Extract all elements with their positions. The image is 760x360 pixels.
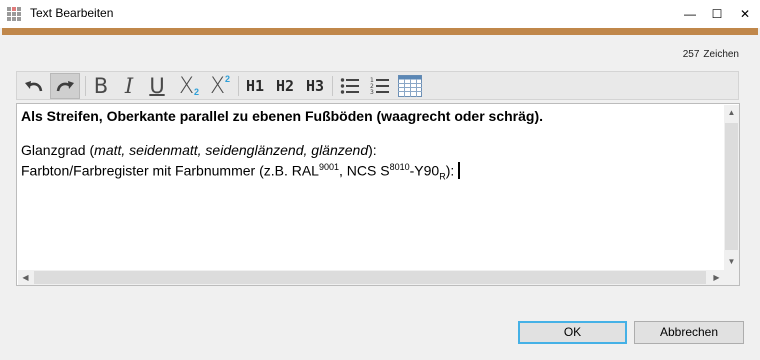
superscript-icon: X bbox=[209, 73, 226, 99]
scroll-left-icon[interactable]: ◀ bbox=[18, 270, 33, 285]
underline-icon: U bbox=[149, 74, 165, 98]
superscript-button[interactable]: X 2 bbox=[205, 73, 235, 99]
text-editor[interactable]: Als Streifen, Oberkante parallel zu eben… bbox=[16, 103, 740, 286]
cancel-button[interactable]: Abbrechen bbox=[634, 321, 744, 344]
scrollbar-corner bbox=[724, 270, 739, 285]
vertical-scroll-thumb[interactable] bbox=[725, 123, 738, 250]
editor-line-3: Glanzgrad (matt, seidenmatt, seidenglänz… bbox=[21, 142, 377, 158]
superscript-number: 2 bbox=[225, 74, 231, 84]
underline-button[interactable]: U bbox=[145, 73, 169, 99]
formatting-toolbar: B I U X 2 X 2 H1 H2 H3 1 2 3 bbox=[16, 71, 739, 100]
character-count-label: Zeichen bbox=[703, 49, 739, 60]
maximize-button[interactable]: ☐ bbox=[703, 0, 731, 28]
undo-icon bbox=[25, 81, 43, 92]
heading3-button[interactable]: H3 bbox=[302, 73, 328, 99]
heading1-icon: H1 bbox=[245, 77, 265, 95]
heading3-icon: H3 bbox=[305, 77, 325, 95]
italic-button[interactable]: I bbox=[117, 73, 141, 99]
close-button[interactable]: ✕ bbox=[731, 0, 759, 28]
heading2-icon: H2 bbox=[275, 77, 295, 95]
editor-blank-line bbox=[21, 125, 721, 142]
scroll-up-icon[interactable]: ▲ bbox=[724, 105, 739, 121]
numbered-list-button[interactable]: 1 2 3 bbox=[367, 73, 393, 99]
redo-icon bbox=[56, 81, 74, 92]
accent-bar bbox=[2, 28, 758, 35]
scroll-down-icon[interactable]: ▼ bbox=[724, 254, 739, 270]
character-count: 257 bbox=[682, 49, 700, 60]
bullet-list-button[interactable] bbox=[337, 73, 363, 99]
undo-button[interactable] bbox=[20, 73, 48, 99]
svg-text:3: 3 bbox=[370, 89, 374, 95]
table-icon bbox=[398, 75, 422, 97]
minimize-button[interactable]: — bbox=[676, 0, 704, 28]
horizontal-scrollbar[interactable]: ◀ ▶ bbox=[18, 270, 724, 285]
redo-button[interactable] bbox=[50, 73, 80, 99]
bold-button[interactable]: B bbox=[89, 73, 113, 99]
bold-icon: B bbox=[93, 74, 109, 98]
editor-content[interactable]: Als Streifen, Oberkante parallel zu eben… bbox=[21, 108, 721, 185]
subscript-icon: X bbox=[178, 73, 195, 99]
numbered-list-icon: 1 2 3 bbox=[370, 77, 389, 95]
heading1-button[interactable]: H1 bbox=[242, 73, 268, 99]
character-counter: 257 Zeichen bbox=[679, 49, 739, 60]
ok-button[interactable]: OK bbox=[518, 321, 627, 344]
subscript-number: 2 bbox=[194, 87, 200, 97]
vertical-scrollbar[interactable]: ▲ ▼ bbox=[724, 105, 739, 270]
text-caret bbox=[458, 161, 461, 179]
window-title: Text Bearbeiten bbox=[30, 6, 114, 20]
bullet-list-icon bbox=[340, 78, 359, 94]
editor-line-1: Als Streifen, Oberkante parallel zu eben… bbox=[21, 108, 544, 124]
app-icon bbox=[7, 7, 21, 21]
title-bar: Text Bearbeiten — ☐ ✕ bbox=[0, 0, 760, 28]
subscript-button[interactable]: X 2 bbox=[174, 73, 204, 99]
heading2-button[interactable]: H2 bbox=[272, 73, 298, 99]
italic-icon: I bbox=[124, 74, 134, 98]
scroll-right-icon[interactable]: ▶ bbox=[709, 270, 724, 285]
horizontal-scroll-thumb[interactable] bbox=[34, 271, 706, 284]
editor-line-4: Farbton/Farbregister mit Farbnummer (z.B… bbox=[21, 159, 721, 185]
insert-table-button[interactable] bbox=[396, 73, 424, 99]
